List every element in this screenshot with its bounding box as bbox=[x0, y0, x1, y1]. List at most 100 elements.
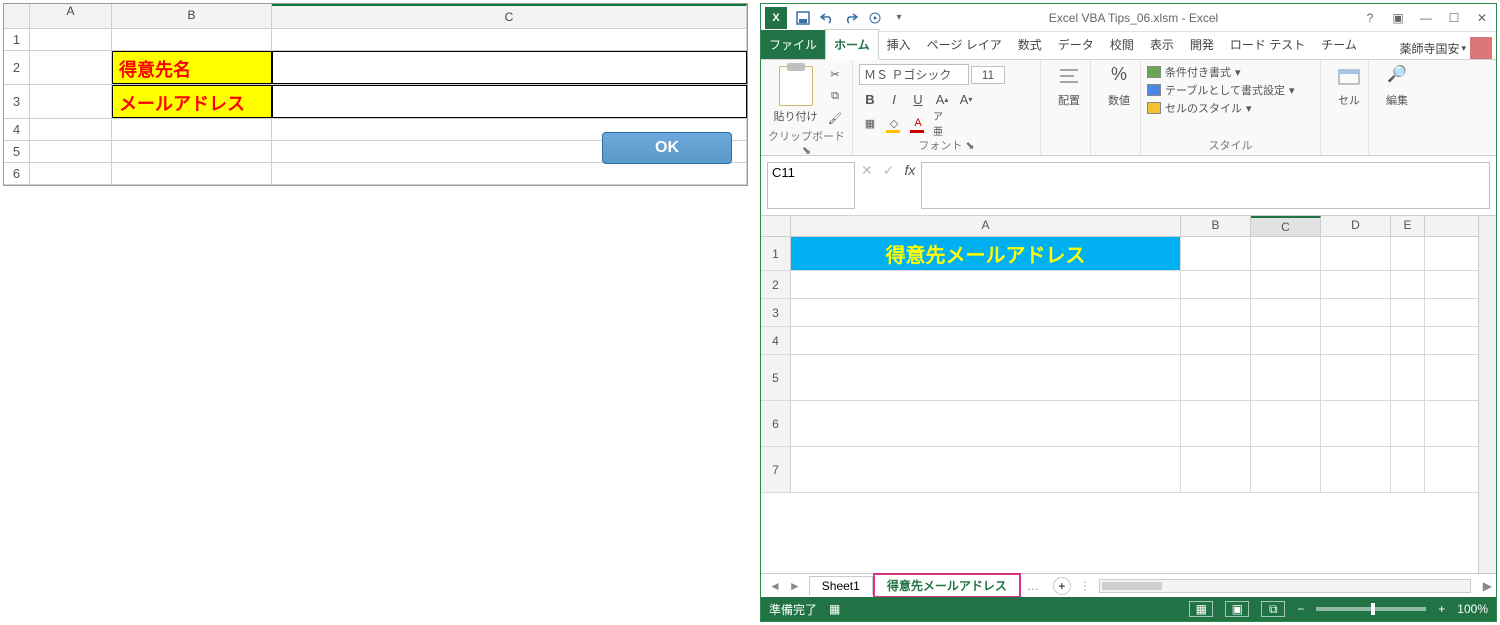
cell-A3[interactable] bbox=[791, 299, 1181, 326]
col-C[interactable]: C bbox=[1251, 216, 1321, 236]
border-icon[interactable]: ▦ bbox=[861, 115, 879, 131]
help-icon[interactable]: ? bbox=[1356, 11, 1384, 25]
cell-C1[interactable] bbox=[1251, 237, 1321, 270]
col-E[interactable]: E bbox=[1391, 216, 1425, 236]
cell-E1[interactable] bbox=[1391, 237, 1425, 270]
cell-C2[interactable] bbox=[1251, 271, 1321, 298]
number-button[interactable]: % 数値 bbox=[1097, 64, 1141, 108]
col-D[interactable]: D bbox=[1321, 216, 1391, 236]
underline-icon[interactable]: U bbox=[909, 91, 927, 107]
row-5[interactable]: 5 bbox=[761, 355, 791, 400]
cell-D2[interactable] bbox=[1321, 271, 1391, 298]
cell-B5[interactable] bbox=[112, 141, 272, 162]
cell-A3[interactable] bbox=[30, 85, 112, 118]
formula-input[interactable] bbox=[921, 162, 1490, 209]
zoom-out-icon[interactable]: − bbox=[1297, 602, 1304, 616]
normal-view-icon[interactable]: ▦ bbox=[1189, 601, 1213, 617]
tab-data[interactable]: データ bbox=[1050, 30, 1102, 59]
sheet-tab-2[interactable]: 得意先メールアドレス bbox=[873, 573, 1021, 598]
cell-E6[interactable] bbox=[1391, 401, 1425, 446]
row-2[interactable]: 2 bbox=[761, 271, 791, 298]
col-C-header[interactable]: C bbox=[272, 4, 747, 28]
macro-record-icon[interactable]: ▦ bbox=[829, 602, 840, 616]
tabs-more-icon[interactable]: … bbox=[1021, 579, 1045, 593]
row-4[interactable]: 4 bbox=[761, 327, 791, 354]
row-3-header[interactable]: 3 bbox=[4, 85, 30, 118]
alignment-button[interactable]: 配置 bbox=[1047, 64, 1091, 108]
cell-A2[interactable] bbox=[30, 51, 112, 84]
tab-review[interactable]: 校閲 bbox=[1102, 30, 1142, 59]
close-button[interactable]: ✕ bbox=[1468, 11, 1496, 25]
cell-C4[interactable] bbox=[1251, 327, 1321, 354]
cell-D6[interactable] bbox=[1321, 401, 1391, 446]
cell-A5[interactable] bbox=[30, 141, 112, 162]
row-6-header[interactable]: 6 bbox=[4, 163, 30, 184]
tab-nav-prev-icon[interactable]: ◄ bbox=[769, 579, 781, 593]
zoom-slider[interactable] bbox=[1316, 607, 1426, 611]
email-input[interactable] bbox=[272, 85, 747, 118]
grow-font-icon[interactable]: A▴ bbox=[933, 91, 951, 107]
tab-view[interactable]: 表示 bbox=[1142, 30, 1182, 59]
cell-C6[interactable] bbox=[272, 163, 747, 184]
zoom-level[interactable]: 100% bbox=[1457, 602, 1488, 616]
zoom-in-icon[interactable]: + bbox=[1438, 602, 1445, 616]
cell-D1[interactable] bbox=[1321, 237, 1391, 270]
cell-B4[interactable] bbox=[1181, 327, 1251, 354]
col-A-header[interactable]: A bbox=[30, 4, 112, 28]
fx-icon[interactable]: fx bbox=[904, 162, 915, 178]
cell-A7[interactable] bbox=[791, 447, 1181, 492]
shrink-font-icon[interactable]: A▾ bbox=[957, 91, 975, 107]
qat-dropdown-icon[interactable]: ▾ bbox=[887, 6, 911, 30]
cut-icon[interactable]: ✂ bbox=[826, 66, 844, 82]
row-3[interactable]: 3 bbox=[761, 299, 791, 326]
cancel-formula-icon[interactable]: ✕ bbox=[861, 162, 873, 179]
cell-styles-button[interactable]: セルのスタイル ▾ bbox=[1147, 100, 1314, 116]
account-name[interactable]: 薬師寺国安▾ bbox=[1395, 37, 1496, 59]
name-box[interactable]: C11 bbox=[767, 162, 855, 209]
row-2-header[interactable]: 2 bbox=[4, 51, 30, 84]
sheet-tab-1[interactable]: Sheet1 bbox=[809, 576, 873, 595]
touch-mode-icon[interactable] bbox=[863, 6, 887, 30]
cell-C5[interactable] bbox=[1251, 355, 1321, 400]
cell-E7[interactable] bbox=[1391, 447, 1425, 492]
new-sheet-icon[interactable]: + bbox=[1053, 577, 1071, 595]
row-1[interactable]: 1 bbox=[761, 237, 791, 270]
tab-page-layout[interactable]: ページ レイア bbox=[919, 30, 1010, 59]
select-all-corner[interactable] bbox=[4, 4, 30, 28]
cell-E5[interactable] bbox=[1391, 355, 1425, 400]
select-all[interactable] bbox=[761, 216, 791, 236]
cell-A1-header[interactable]: 得意先メールアドレス bbox=[791, 237, 1181, 270]
ribbon-display-icon[interactable]: ▣ bbox=[1384, 11, 1412, 25]
ok-button[interactable]: OK bbox=[602, 132, 732, 164]
vertical-scrollbar[interactable] bbox=[1478, 216, 1496, 573]
cell-B6[interactable] bbox=[112, 163, 272, 184]
redo-icon[interactable] bbox=[839, 6, 863, 30]
cell-D4[interactable] bbox=[1321, 327, 1391, 354]
cell-B1[interactable] bbox=[112, 29, 272, 50]
enter-formula-icon[interactable]: ✓ bbox=[883, 162, 895, 179]
fill-color-icon[interactable]: ◇ bbox=[885, 115, 903, 131]
cell-B1[interactable] bbox=[1181, 237, 1251, 270]
cell-A6[interactable] bbox=[30, 163, 112, 184]
cell-C1[interactable] bbox=[272, 29, 747, 50]
tab-formulas[interactable]: 数式 bbox=[1010, 30, 1050, 59]
bold-icon[interactable]: B bbox=[861, 91, 879, 107]
cell-A6[interactable] bbox=[791, 401, 1181, 446]
tab-nav-next-icon[interactable]: ► bbox=[789, 579, 801, 593]
phonetic-icon[interactable]: ア亜 bbox=[933, 115, 951, 131]
col-A[interactable]: A bbox=[791, 216, 1181, 236]
tab-insert[interactable]: 挿入 bbox=[879, 30, 919, 59]
cell-B5[interactable] bbox=[1181, 355, 1251, 400]
font-size-select[interactable]: 11 bbox=[971, 66, 1005, 84]
hscroll-right-icon[interactable]: ▶ bbox=[1479, 579, 1496, 593]
cell-A1[interactable] bbox=[30, 29, 112, 50]
cell-E2[interactable] bbox=[1391, 271, 1425, 298]
font-color-icon[interactable]: A bbox=[909, 115, 927, 131]
tab-team[interactable]: チーム bbox=[1313, 30, 1365, 59]
copy-icon[interactable]: ⧉ bbox=[826, 88, 844, 104]
row-5-header[interactable]: 5 bbox=[4, 141, 30, 162]
cell-E3[interactable] bbox=[1391, 299, 1425, 326]
row-7[interactable]: 7 bbox=[761, 447, 791, 492]
paste-button[interactable]: 貼り付け bbox=[767, 108, 824, 124]
row-4-header[interactable]: 4 bbox=[4, 119, 30, 140]
